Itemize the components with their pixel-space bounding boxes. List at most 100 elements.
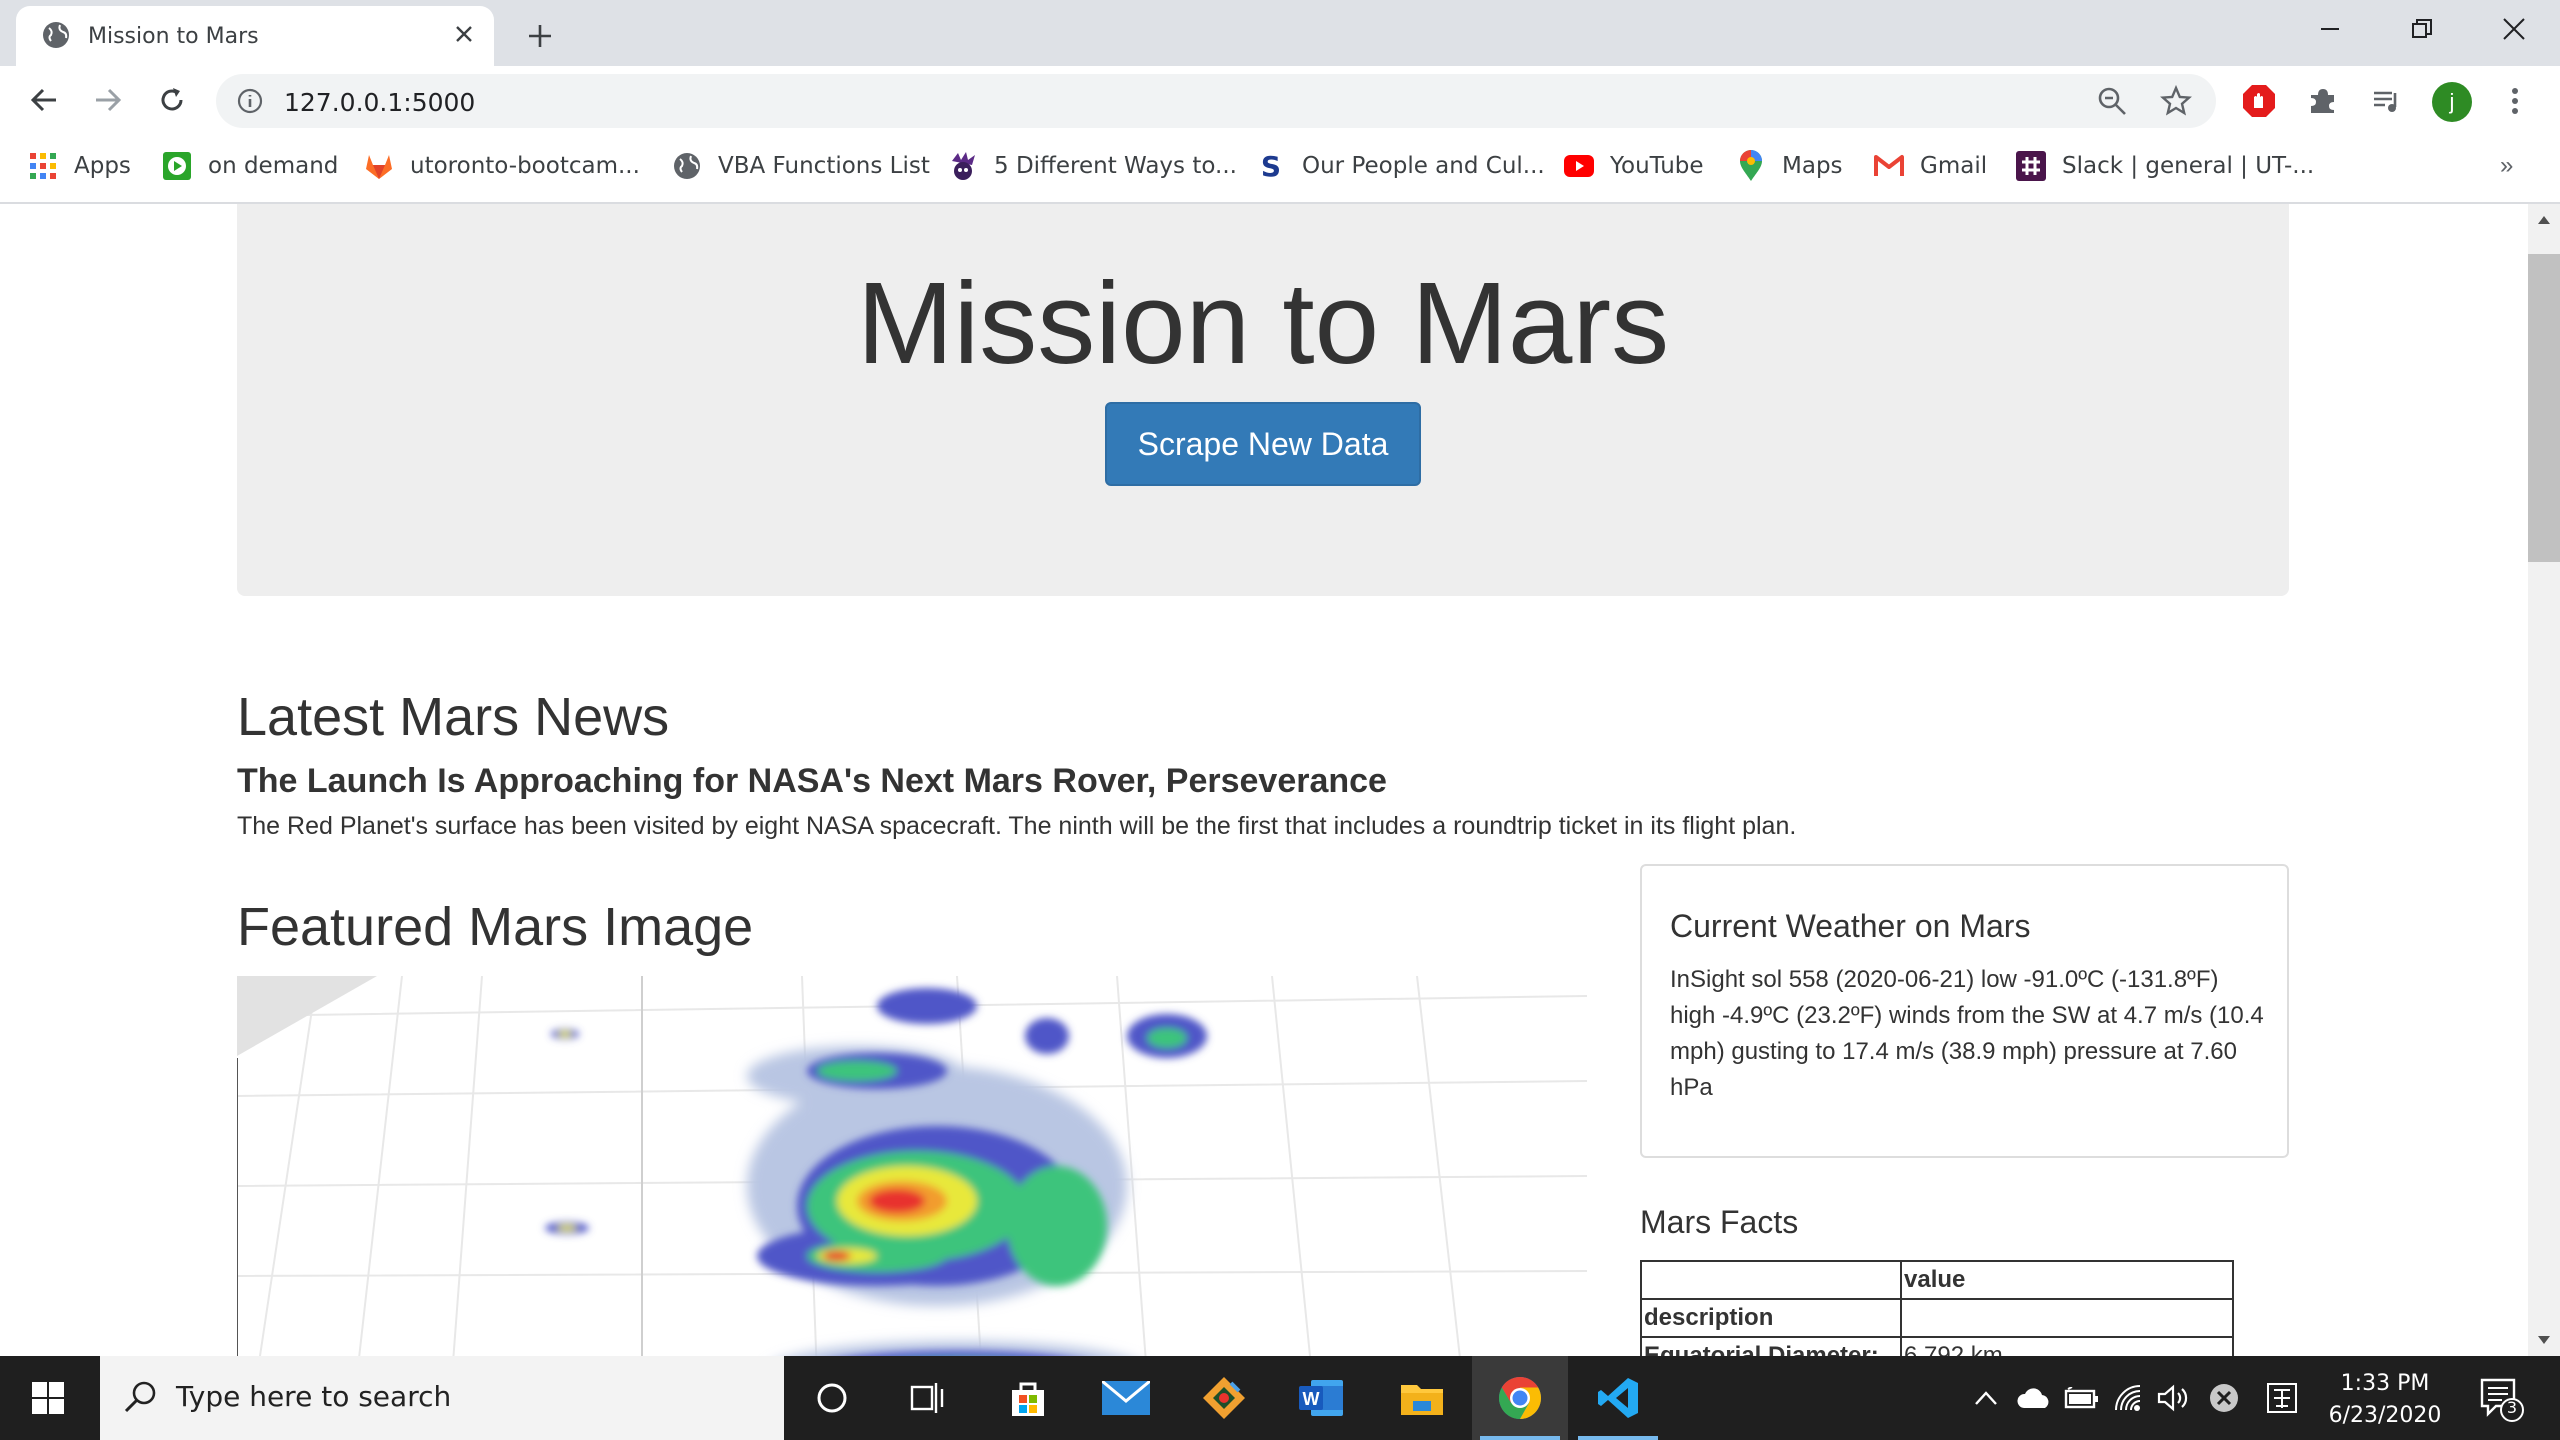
- bookmark-slack[interactable]: Slack | general | UT-...: [2016, 146, 2314, 186]
- notification-count: 3: [2506, 1398, 2518, 1417]
- show-hidden-icons-button[interactable]: [1966, 1378, 2006, 1418]
- microsoft-store-button[interactable]: [980, 1356, 1076, 1440]
- extensions-button[interactable]: [2304, 82, 2342, 120]
- minimize-icon: [2321, 28, 2339, 30]
- weather-heading: Current Weather on Mars: [1670, 908, 2031, 944]
- wifi-icon: [2115, 1385, 2141, 1411]
- task-view-button[interactable]: [880, 1356, 976, 1440]
- taskbar-clock[interactable]: 1:33 PM 6/23/2020: [2310, 1368, 2460, 1432]
- scrape-new-data-button[interactable]: Scrape New Data: [1105, 402, 1421, 486]
- input-method-tray-button[interactable]: [2262, 1378, 2302, 1418]
- close-tab-button[interactable]: [446, 16, 482, 52]
- zoom-icon[interactable]: [2096, 85, 2128, 117]
- start-button[interactable]: [0, 1356, 96, 1440]
- action-center-button[interactable]: 3: [2470, 1372, 2530, 1424]
- taskbar-search-box[interactable]: Type here to search: [100, 1356, 784, 1440]
- bookmark-apps[interactable]: Apps: [28, 146, 131, 186]
- vscode-icon: [1598, 1378, 1638, 1418]
- new-tab-button[interactable]: [516, 12, 564, 60]
- folder-icon: [1401, 1385, 1443, 1415]
- more-vert-icon: [2512, 88, 2518, 114]
- bookmark-youtube[interactable]: YouTube: [1564, 146, 1704, 186]
- bookmark-our-people[interactable]: S Our People and Cul...: [1256, 146, 1545, 186]
- word-icon: W: [1299, 1380, 1343, 1416]
- table-index-label: description: [1640, 1298, 1902, 1338]
- globe-icon: [672, 151, 702, 181]
- table-header-cell: value: [1900, 1260, 2234, 1300]
- windows-logo-icon: [32, 1382, 64, 1414]
- bookmark-5-ways[interactable]: 5 Different Ways to...: [948, 146, 1237, 186]
- search-icon: [124, 1381, 156, 1413]
- address-bar[interactable]: 127.0.0.1:5000: [216, 74, 2216, 128]
- volume-tray-button[interactable]: [2154, 1378, 2194, 1418]
- profile-avatar[interactable]: j: [2432, 82, 2472, 122]
- wifi-tray-button[interactable]: [2110, 1378, 2150, 1418]
- bookmark-vba-functions[interactable]: VBA Functions List: [672, 146, 930, 186]
- bookmark-on-demand[interactable]: on demand: [162, 146, 338, 186]
- weather-text: InSight sol 558 (2020-06-21) low -91.0ºC…: [1670, 966, 2264, 1101]
- clock-time: 1:33 PM: [2340, 1371, 2430, 1396]
- url-text[interactable]: 127.0.0.1:5000: [284, 88, 475, 117]
- forward-button[interactable]: [84, 76, 132, 124]
- s-icon: S: [1260, 149, 1282, 183]
- onedrive-tray-button[interactable]: [2014, 1378, 2054, 1418]
- puzzle-icon: [2311, 89, 2334, 113]
- more-bookmarks-button[interactable]: »: [2500, 152, 2513, 180]
- cloud-icon: [2017, 1388, 2049, 1408]
- file-explorer-button[interactable]: [1374, 1356, 1470, 1440]
- page-scrollbar[interactable]: [2528, 204, 2560, 1356]
- maps-pin-icon: [1736, 150, 1766, 181]
- notification-icon: [2480, 1378, 2524, 1422]
- fact-value: 6,792 km: [1900, 1336, 2234, 1356]
- bookmark-label: VBA Functions List: [718, 153, 930, 179]
- search-placeholder: Type here to search: [176, 1380, 452, 1413]
- battery-tray-button[interactable]: [2062, 1378, 2102, 1418]
- play-icon: [162, 151, 192, 181]
- reload-icon: [161, 88, 183, 111]
- bookmark-label: Our People and Cul...: [1302, 153, 1545, 179]
- close-window-button[interactable]: [2468, 0, 2560, 58]
- tab-title: Mission to Mars: [88, 24, 259, 49]
- chrome-taskbar-button[interactable]: [1472, 1356, 1568, 1440]
- bookmark-label: Apps: [74, 153, 131, 179]
- bookmark-star-icon[interactable]: [2160, 85, 2192, 117]
- bookmark-maps[interactable]: Maps: [1736, 146, 1843, 186]
- chrome-menu-button[interactable]: [2496, 82, 2534, 120]
- bookmark-gmail[interactable]: Gmail: [1874, 146, 1987, 186]
- scroll-up-button[interactable]: [2528, 204, 2560, 236]
- bookmark-gitlab[interactable]: utoronto-bootcam...: [364, 146, 640, 186]
- back-button[interactable]: [20, 76, 68, 124]
- vscode-button[interactable]: [1570, 1356, 1666, 1440]
- playlist-icon: [2374, 91, 2397, 112]
- slack-icon: [2016, 151, 2046, 181]
- media-controls-button[interactable]: [2368, 82, 2406, 120]
- running-indicator: [1578, 1436, 1658, 1440]
- git-client-button[interactable]: [1176, 1356, 1272, 1440]
- browser-toolbar: 127.0.0.1:5000 j: [0, 66, 2560, 136]
- battery-icon: [2064, 1387, 2098, 1409]
- scroll-down-button[interactable]: [2528, 1324, 2560, 1356]
- restore-button[interactable]: [2376, 0, 2468, 58]
- active-indicator: [1480, 1436, 1560, 1440]
- status-tray-button[interactable]: [2204, 1378, 2244, 1418]
- minimize-button[interactable]: [2284, 0, 2376, 58]
- info-icon[interactable]: [236, 87, 264, 115]
- bookmark-label: on demand: [208, 153, 339, 179]
- chrome-icon: [1498, 1377, 1542, 1419]
- keyboard-layout-icon: [2267, 1383, 2297, 1413]
- word-button[interactable]: W: [1274, 1356, 1370, 1440]
- mail-icon: [1102, 1381, 1150, 1415]
- chevron-up-icon: [1975, 1391, 1997, 1405]
- mail-button[interactable]: [1078, 1356, 1174, 1440]
- cortana-circle-icon: [817, 1383, 847, 1413]
- adblock-extension-button[interactable]: [2240, 82, 2278, 120]
- scroll-thumb[interactable]: [2528, 254, 2560, 562]
- reload-button[interactable]: [148, 76, 196, 124]
- svg-text:W: W: [1303, 1389, 1320, 1409]
- browser-tab[interactable]: Mission to Mars: [16, 6, 494, 66]
- arrow-left-icon: [30, 88, 56, 112]
- fact-label: Equatorial Diameter:: [1640, 1336, 1902, 1356]
- cortana-button[interactable]: [784, 1356, 880, 1440]
- bookmarks-bar: Apps on demand utoronto-bootcam... VBA F…: [0, 136, 2560, 204]
- table-header-cell: [1640, 1260, 1902, 1300]
